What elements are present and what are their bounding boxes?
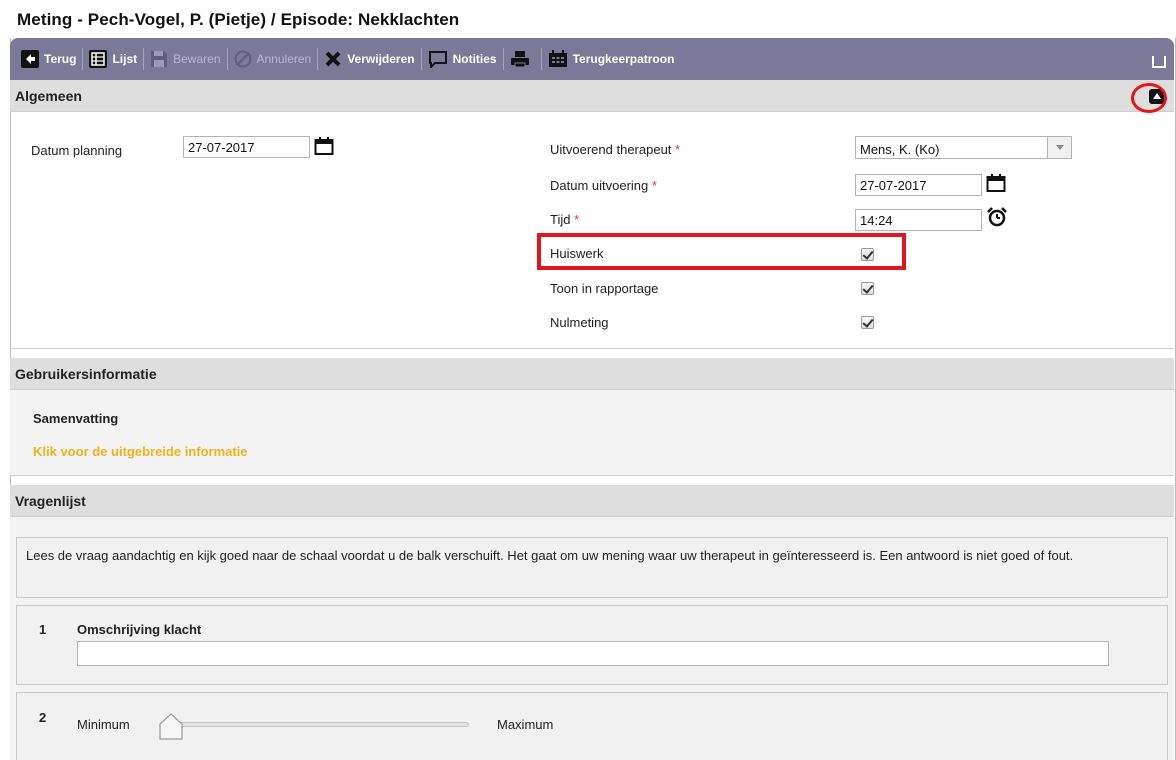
save-button[interactable]: Bewaren xyxy=(145,48,225,70)
section-title: Gebruikersinformatie xyxy=(15,366,157,382)
back-button[interactable]: Terug xyxy=(16,48,81,70)
toolbar-separator xyxy=(420,48,422,70)
calendar-icon[interactable] xyxy=(986,173,1006,196)
datum-uitvoering-label: Datum uitvoering * xyxy=(550,178,657,193)
question-title: Omschrijving klacht xyxy=(77,622,202,637)
back-label: Terug xyxy=(44,52,77,66)
section-title: Algemeen xyxy=(15,88,82,104)
highlight-circle xyxy=(1131,83,1167,113)
therapeut-label-text: Uitvoerend therapeut xyxy=(550,142,672,157)
therapeut-value: Mens, K. (Ko) xyxy=(860,142,940,157)
toolbar-separator xyxy=(82,48,84,70)
required-mark: * xyxy=(574,212,580,227)
calendar-icon[interactable] xyxy=(314,136,334,159)
chevron-down-icon[interactable] xyxy=(1047,137,1071,158)
nulmeting-label: Nulmeting xyxy=(550,315,609,330)
samenvatting-label: Samenvatting xyxy=(33,411,119,426)
gebruikersinformatie-body xyxy=(10,390,1174,475)
section-gebruikersinformatie-header[interactable]: Gebruikersinformatie xyxy=(10,358,1174,390)
nulmeting-checkbox[interactable] xyxy=(861,316,874,329)
huiswerk-label: Huiswerk xyxy=(550,246,604,261)
toolbar: Terug Lijst Bewaren Annuleren Verwijdere… xyxy=(10,38,1174,80)
tijd-label-text: Tijd xyxy=(550,212,571,227)
question-number: 1 xyxy=(39,622,47,637)
datum-planning-input[interactable]: 27-07-2017 xyxy=(183,136,310,158)
slider-max-label: Maximum xyxy=(497,717,554,732)
huiswerk-checkbox[interactable] xyxy=(861,248,874,261)
save-label: Bewaren xyxy=(173,52,221,66)
slider-handle[interactable] xyxy=(158,713,184,744)
required-mark: * xyxy=(675,142,681,157)
speech-bubble-icon xyxy=(428,50,448,68)
arrow-left-icon xyxy=(21,50,39,68)
datum-uitvoering-input[interactable]: 27-07-2017 xyxy=(855,174,982,196)
calendar-icon xyxy=(548,50,568,68)
section-divider xyxy=(10,475,1174,476)
recurrence-button[interactable]: Terugkeerpatroon xyxy=(543,48,680,70)
intro-text: Lees de vraag aandachtig en kijk goed na… xyxy=(26,548,1074,563)
expand-icon[interactable] xyxy=(1152,56,1166,71)
extended-info-link[interactable]: Klik voor de uitgebreide informatie xyxy=(33,444,248,459)
recurrence-label: Terugkeerpatroon xyxy=(572,52,675,66)
tijd-label: Tijd * xyxy=(550,212,579,227)
notes-label: Notities xyxy=(452,52,497,66)
delete-x-icon xyxy=(324,50,342,68)
section-vragenlijst-header[interactable]: Vragenlijst xyxy=(10,485,1174,517)
toolbar-separator xyxy=(540,48,542,70)
alarm-clock-icon[interactable] xyxy=(986,206,1008,231)
cancel-icon xyxy=(234,50,252,68)
delete-button[interactable]: Verwijderen xyxy=(319,48,419,70)
toolbar-separator xyxy=(502,48,504,70)
toolbar-separator xyxy=(226,48,228,70)
datum-uitvoering-label-text: Datum uitvoering xyxy=(550,178,649,193)
toolbar-separator xyxy=(317,48,319,70)
cancel-button[interactable]: Annuleren xyxy=(229,48,317,70)
section-divider xyxy=(10,348,1174,349)
toolbar-separator xyxy=(143,48,145,70)
list-label: Lijst xyxy=(112,52,138,66)
print-button[interactable] xyxy=(505,48,540,70)
delete-label: Verwijderen xyxy=(347,52,415,66)
floppy-icon xyxy=(150,50,168,68)
notes-button[interactable]: Notities xyxy=(423,48,502,70)
therapeut-label: Uitvoerend therapeut * xyxy=(550,142,680,157)
slider-track[interactable] xyxy=(160,722,469,727)
printer-icon xyxy=(510,50,530,68)
cancel-label: Annuleren xyxy=(256,52,312,66)
section-title: Vragenlijst xyxy=(15,493,86,509)
required-mark: * xyxy=(651,178,657,193)
rapportage-checkbox[interactable] xyxy=(861,282,874,295)
rapportage-label: Toon in rapportage xyxy=(550,281,659,296)
slider-min-label: Minimum xyxy=(77,717,130,732)
question-number: 2 xyxy=(39,710,47,725)
therapeut-select[interactable]: Mens, K. (Ko) xyxy=(855,136,1072,159)
tijd-input[interactable]: 14:24 xyxy=(855,209,982,231)
datum-planning-label: Datum planning xyxy=(31,143,123,158)
page-title: Meting - Pech-Vogel, P. (Pietje) / Episo… xyxy=(17,10,460,29)
list-button[interactable]: Lijst xyxy=(84,48,142,70)
omschrijving-klacht-input[interactable] xyxy=(77,641,1109,666)
intro-box: Lees de vraag aandachtig en kijk goed na… xyxy=(16,537,1168,598)
section-algemeen-header[interactable]: Algemeen xyxy=(10,80,1174,112)
list-icon xyxy=(89,50,108,68)
